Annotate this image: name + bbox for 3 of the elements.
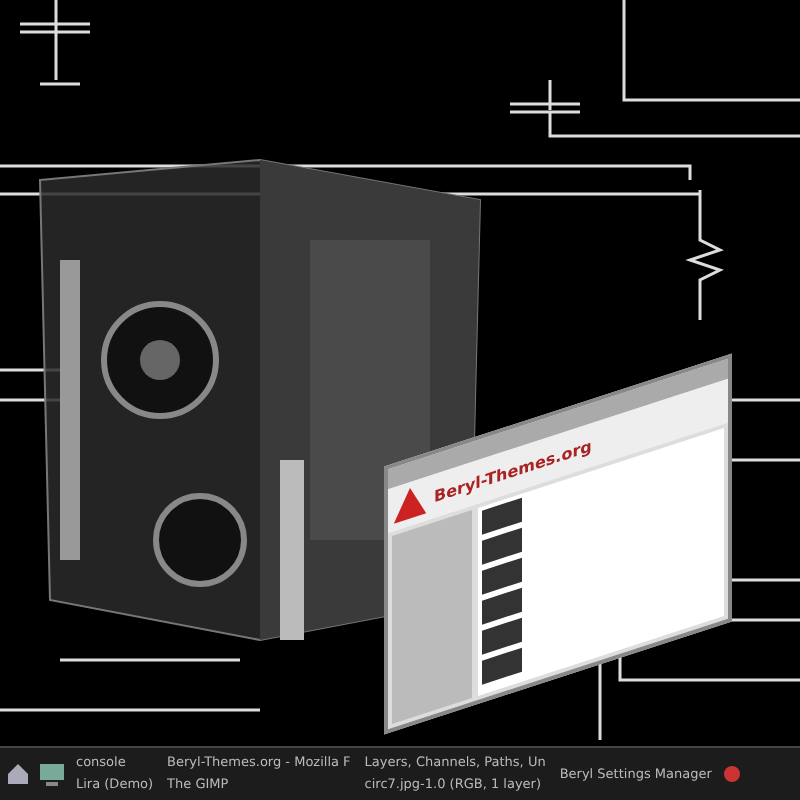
tray-icon[interactable]: [721, 764, 742, 785]
computer-icon[interactable]: [38, 760, 66, 789]
home-icon[interactable]: [4, 760, 32, 789]
